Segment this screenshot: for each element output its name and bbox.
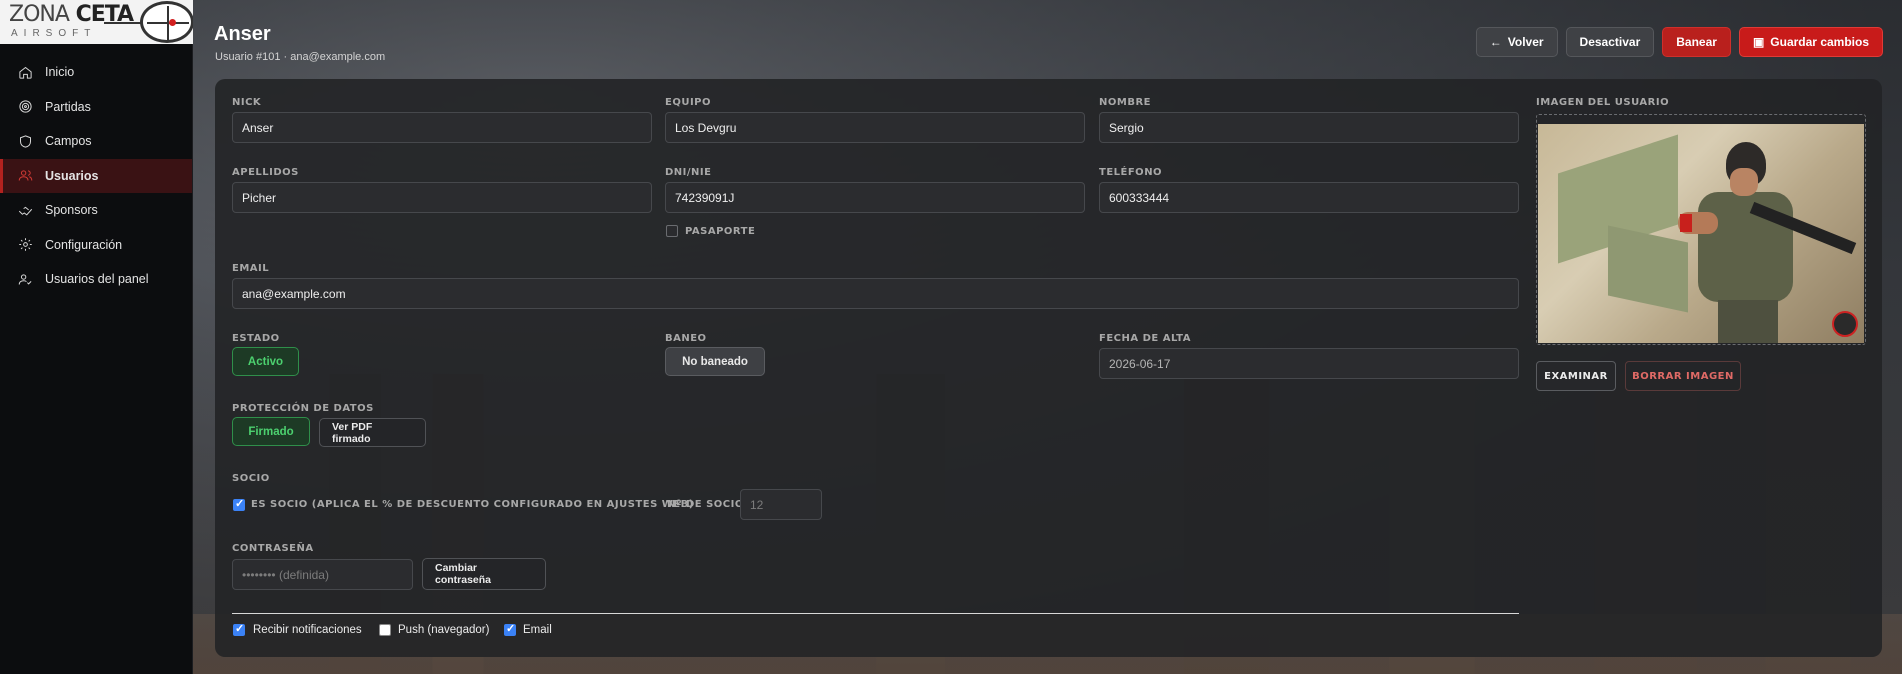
page-title: Anser — [214, 23, 271, 45]
surname-input[interactable]: Picher — [232, 182, 652, 213]
surname-label: APELLIDOS — [232, 167, 299, 178]
member-checkbox[interactable] — [233, 497, 245, 511]
passport-checkbox[interactable] — [666, 225, 678, 237]
member-number-label: Nº DE SOCIO — [667, 499, 744, 510]
view-pdf-button[interactable]: Ver PDF firmado — [319, 418, 426, 447]
home-icon — [19, 66, 32, 79]
ban-button[interactable]: Banear — [1662, 27, 1731, 57]
logo-subtext: AIRSOFT — [11, 28, 97, 39]
arrow-left-icon: ← — [1489, 35, 1502, 49]
password-label: CONTRASEÑA — [232, 543, 314, 554]
sidebar-item-label: Configuración — [45, 237, 123, 252]
push-checkbox[interactable] — [379, 624, 391, 636]
sidebar-item-usuarios[interactable]: Usuarios — [0, 158, 192, 193]
sidebar-item-label: Campos — [45, 134, 92, 149]
privacy-status-badge[interactable]: Firmado — [232, 417, 310, 446]
signup-date-field: 2026-06-17 — [1099, 348, 1519, 379]
deactivate-button[interactable]: Desactivar — [1565, 27, 1655, 57]
push-label: Push (navegador) — [398, 624, 490, 636]
sidebar-item-label: Partidas — [45, 99, 91, 114]
header-actions: ← Volver Desactivar Banear ▣ Guardar cam… — [1475, 27, 1883, 57]
signup-date-label: FECHA DE ALTA — [1099, 333, 1191, 344]
sidebar-item-configuracion[interactable]: Configuración — [0, 228, 192, 263]
save-icon: ▣ — [1752, 35, 1765, 49]
name-label: NOMBRE — [1099, 97, 1151, 108]
save-button[interactable]: ▣ Guardar cambios — [1738, 27, 1883, 57]
email-input[interactable]: ana@example.com — [232, 278, 1519, 309]
dni-input[interactable]: 74239091J — [665, 182, 1085, 213]
divider — [232, 613, 1519, 614]
user-check-icon — [18, 274, 32, 285]
photo-torso — [1698, 192, 1793, 302]
dni-label: DNI/NIE — [665, 167, 712, 178]
back-button[interactable]: ← Volver — [1475, 27, 1558, 57]
ban-status-badge[interactable]: No baneado — [665, 347, 765, 376]
phone-label: TELÉFONO — [1099, 167, 1163, 178]
crosshair-dot — [169, 19, 176, 26]
gear-icon — [19, 238, 32, 251]
sidebar-item-inicio[interactable]: Inicio — [0, 55, 192, 90]
receive-notifications-label: Recibir notificaciones — [253, 624, 362, 636]
photo-face — [1730, 168, 1758, 196]
user-photo — [1538, 124, 1864, 343]
page-subtitle: Usuario #101 · ana@example.com — [215, 51, 386, 63]
email-notifications-label: Email — [523, 624, 552, 636]
target-icon — [19, 100, 32, 113]
phone-input[interactable]: 600333444 — [1099, 182, 1519, 213]
sidebar-item-label: Usuarios — [45, 168, 99, 183]
crosshair-icon — [140, 1, 193, 43]
status-badge[interactable]: Activo — [232, 347, 299, 376]
photo-soldier — [1678, 142, 1857, 343]
sidebar-item-usuarios-panel[interactable]: Usuarios del panel — [0, 262, 192, 297]
user-form-card: NICK Anser EQUIPO Los Devgru NOMBRE Serg… — [215, 79, 1882, 657]
shield-icon — [20, 135, 31, 148]
delete-image-button[interactable]: BORRAR IMAGEN — [1625, 361, 1741, 391]
photo-wall — [1608, 225, 1688, 313]
sidebar-item-label: Inicio — [45, 65, 75, 80]
main-area: Anser Usuario #101 · ana@example.com ← V… — [193, 0, 1902, 674]
status-label: ESTADO — [232, 333, 280, 344]
sidebar-item-partidas[interactable]: Partidas — [0, 90, 192, 125]
nick-label: NICK — [232, 97, 262, 108]
sidebar: ZONA CETA AIRSOFT Inicio Partidas Campos… — [0, 0, 193, 674]
photo-legs — [1718, 300, 1778, 343]
passport-label: PASAPORTE — [685, 226, 756, 237]
user-image-dropzone[interactable] — [1536, 114, 1866, 345]
sidebar-nav: Inicio Partidas Campos Usuarios Sponsors… — [0, 55, 192, 297]
nick-input[interactable]: Anser — [232, 112, 652, 143]
photo-logo-badge — [1832, 311, 1858, 337]
users-icon — [18, 170, 33, 181]
privacy-label: PROTECCIÓN DE DATOS — [232, 403, 374, 414]
sidebar-item-label: Sponsors — [45, 203, 98, 218]
ban-label: BANEO — [665, 333, 707, 344]
name-input[interactable]: Sergio — [1099, 112, 1519, 143]
sidebar-item-campos[interactable]: Campos — [0, 124, 192, 159]
team-label: EQUIPO — [665, 97, 712, 108]
handshake-icon — [18, 206, 33, 216]
save-button-label: Guardar cambios — [1770, 35, 1869, 49]
sidebar-item-sponsors[interactable]: Sponsors — [0, 193, 192, 228]
back-button-label: Volver — [1507, 35, 1544, 49]
sidebar-item-label: Usuarios del panel — [45, 272, 149, 287]
member-number-input[interactable]: 12 — [740, 489, 822, 520]
email-notifications-checkbox[interactable] — [504, 622, 516, 636]
browse-image-button[interactable]: EXAMINAR — [1536, 361, 1616, 391]
password-input[interactable]: •••••••• (definida) — [232, 559, 413, 590]
receive-notifications-checkbox[interactable] — [233, 622, 245, 636]
photo-armband — [1680, 214, 1692, 232]
user-image-label: IMAGEN DEL USUARIO — [1536, 97, 1670, 108]
email-label: EMAIL — [232, 263, 270, 274]
change-password-button[interactable]: Cambiar contraseña — [422, 558, 546, 590]
member-checkbox-label: ES SOCIO (APLICA EL % DE DESCUENTO CONFI… — [251, 499, 694, 510]
logo[interactable]: ZONA CETA AIRSOFT — [0, 0, 193, 44]
member-label: SOCIO — [232, 473, 270, 484]
team-input[interactable]: Los Devgru — [665, 112, 1085, 143]
